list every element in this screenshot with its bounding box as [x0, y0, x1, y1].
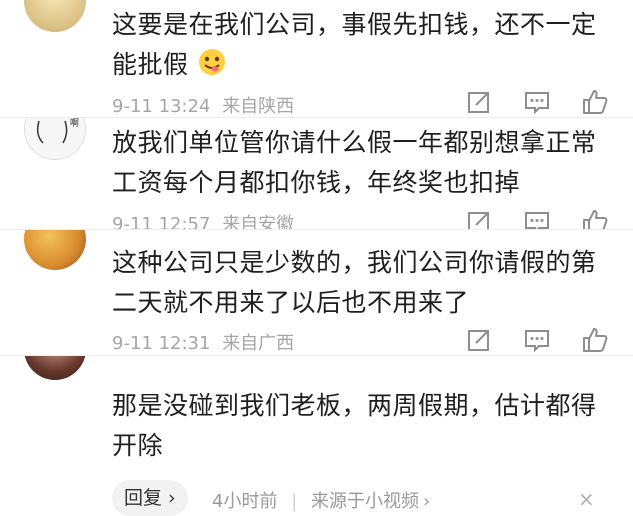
comment-text-content: 放我们单位管你请什么假一年都别想拿正常工资每个月都扣你钱，年终奖也扣掉: [112, 128, 597, 197]
comment-icon[interactable]: [523, 88, 551, 116]
reply-label: 回复: [124, 487, 163, 509]
source-text: 来源于小视频: [311, 491, 419, 512]
avatar[interactable]: [24, 356, 86, 380]
comment-text: 那是没碰到我们老板，两周假期，估计都得开除: [112, 386, 612, 466]
thumbs-up-icon[interactable]: [581, 326, 609, 354]
svg-text:啊: 啊: [70, 118, 79, 129]
avatar[interactable]: 啊: [24, 118, 86, 160]
comment-meta: 9-11 13:24 来自陕西: [112, 92, 294, 118]
reply-time: 4小时前: [212, 491, 278, 512]
comment-actions: [465, 326, 615, 354]
comment-text: 这种公司只是少数的，我们公司你请假的第二天就不用来了以后也不用来了: [112, 243, 612, 323]
comment-card-1: 这要是在我们公司，事假先扣钱，还不一定能批假 9-11 13:24 来自陕西: [0, 0, 633, 118]
comment-text-content: 这要是在我们公司，事假先扣钱，还不一定能批假: [112, 10, 597, 79]
comment-time: 9-11 13:24: [112, 96, 211, 117]
comment-meta: 9-11 12:57 来自安徽: [112, 210, 294, 230]
chevron-right-icon: ›: [423, 491, 431, 512]
share-icon[interactable]: [465, 326, 493, 354]
comment-time: 9-11 12:57: [112, 214, 211, 230]
comment-icon[interactable]: [523, 208, 551, 230]
source-link[interactable]: 来源于小视频 ›: [311, 491, 430, 512]
thumbs-up-icon[interactable]: [581, 208, 609, 230]
divider: |: [291, 491, 298, 512]
thumbs-up-icon[interactable]: [581, 88, 609, 116]
comment-location: 来自安徽: [222, 214, 295, 230]
reply-meta: 4小时前 | 来源于小视频 ›: [212, 487, 430, 513]
comment-text-content: 这种公司只是少数的，我们公司你请假的第二天就不用来了以后也不用来了: [112, 248, 597, 317]
close-icon[interactable]: ×: [578, 487, 595, 511]
comment-actions: [465, 88, 615, 116]
comment-text-content: 那是没碰到我们老板，两周假期，估计都得开除: [112, 391, 597, 460]
comment-meta: 9-11 12:31 来自广西: [112, 329, 294, 355]
comment-card-3: 这种公司只是少数的，我们公司你请假的第二天就不用来了以后也不用来了 9-11 1…: [0, 230, 633, 356]
close-glyph: ×: [578, 487, 595, 511]
comment-location: 来自陕西: [222, 96, 295, 117]
share-icon[interactable]: [465, 88, 493, 116]
reply-button[interactable]: 回复 ›: [112, 480, 188, 516]
comment-text: 这要是在我们公司，事假先扣钱，还不一定能批假: [112, 5, 612, 89]
comment-location: 来自广西: [222, 333, 295, 354]
comment-actions: [465, 208, 615, 230]
chevron-right-icon: ›: [168, 487, 176, 509]
avatar[interactable]: [24, 230, 86, 270]
share-icon[interactable]: [465, 208, 493, 230]
comment-time: 9-11 12:31: [112, 333, 211, 354]
comment-text: 放我们单位管你请什么假一年都别想拿正常工资每个月都扣你钱，年终奖也扣掉: [112, 123, 612, 203]
comment-card-2: 啊 放我们单位管你请什么假一年都别想拿正常工资每个月都扣你钱，年终奖也扣掉 9-…: [0, 118, 633, 230]
comment-icon[interactable]: [523, 326, 551, 354]
face-savoring-emoji-icon: [197, 47, 227, 89]
avatar[interactable]: [24, 0, 86, 32]
